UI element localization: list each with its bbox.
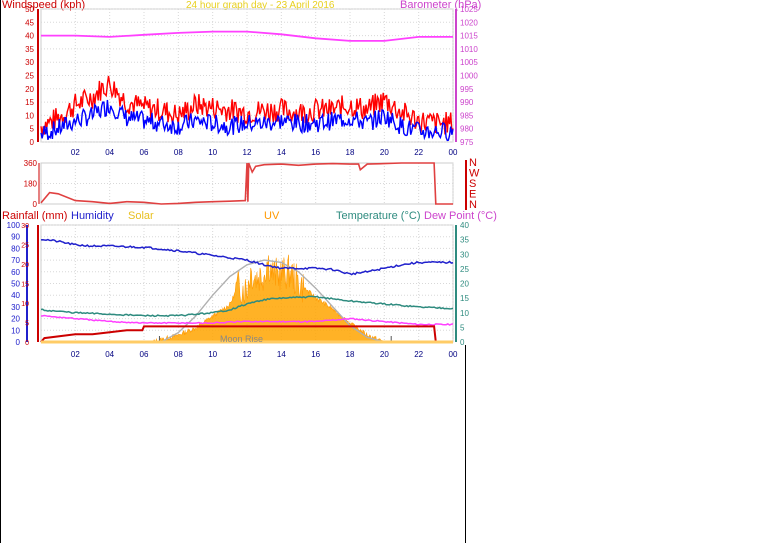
baro-y-tick-label: 985 (460, 111, 474, 120)
wind-x-tick-label: 16 (311, 148, 320, 157)
wind-y-tick-label: 40 (25, 32, 34, 41)
temp-y-tick-label: 30 (460, 250, 469, 259)
temp-y-tick-label: 10 (460, 309, 469, 318)
temp-y-tick-label: 20 (460, 280, 469, 289)
baro-y-tick-label: 1015 (460, 32, 478, 41)
uv-label: UV (264, 210, 280, 222)
temp-x-tick-label: 04 (105, 350, 114, 359)
wind-y-tick-label: 30 (25, 58, 34, 67)
baro-y-ticks: 975 980 985 990 995 1000 1005 1010 1015 1020 1025 (455, 5, 478, 147)
humidity-y-tick-label: 30 (11, 303, 20, 312)
wind-y-tick-label: 25 (25, 72, 34, 81)
wind-x-tick-label: 00 (449, 148, 458, 157)
temp-x-tick-label: 02 (71, 350, 80, 359)
wind-y-tick-label: 50 (25, 5, 34, 14)
humidity-y-tick-label: 10 (11, 326, 20, 335)
rain-y-tick-label: 30 (21, 223, 29, 230)
baro-y-tick-label: 975 (460, 138, 474, 147)
baro-y-tick-label: 1025 (460, 5, 478, 14)
wind-x-tick-label: 04 (105, 148, 114, 157)
wind-x-tick-label: 12 (243, 148, 252, 157)
temp-x-tick-label: 00 (449, 350, 458, 359)
humidity-y-tick-label: 80 (11, 244, 20, 253)
rain-y-tick-label: 5 (25, 321, 29, 328)
temp-x-tick-label: 18 (346, 350, 355, 359)
direction-compass-labels: NWSEN (465, 157, 480, 211)
moon-rise-label: Moon Rise (220, 334, 263, 344)
temp-y-tick-label: 25 (460, 265, 469, 274)
temp-x-tick-label: 06 (140, 350, 149, 359)
baro-y-tick-label: 990 (460, 98, 474, 107)
wind-x-tick-label: 14 (277, 148, 286, 157)
temp-y-tick-label: 35 (460, 236, 469, 245)
solar-label: Solar (128, 210, 154, 222)
rain-y-tick-label: 0 (25, 340, 29, 347)
temp-x-tick-label: 20 (380, 350, 389, 359)
wind-y-tick-label: 10 (25, 111, 34, 120)
temp-y-tick-label: 5 (460, 323, 465, 332)
humidity-y-tick-label: 40 (11, 291, 20, 300)
temperature-label: Temperature (°C) (336, 210, 420, 222)
temp-x-tick-label: 14 (277, 350, 286, 359)
humidity-y-tick-label: 100 (7, 221, 21, 230)
rain-y-tick-label: 15 (21, 282, 29, 289)
wind-x-tick-label: 20 (380, 148, 389, 157)
humidity-y-tick-label: 60 (11, 268, 20, 277)
temp-x-tick-label: 10 (208, 350, 217, 359)
wind-x-tick-label: 10 (208, 148, 217, 157)
temp-x-tick-label: 16 (311, 350, 320, 359)
wind-x-tick-label: 18 (346, 148, 355, 157)
humidity-label: Humidity (71, 210, 114, 222)
humidity-y-tick-label: 20 (11, 315, 20, 324)
baro-y-tick-label: 995 (460, 85, 474, 94)
wind-x-tick-label: 08 (174, 148, 183, 157)
chart-stage: Windspeed (kph) 24 hour graph day - 23 A… (0, 0, 497, 543)
humidity-y-tick-label: 50 (11, 280, 20, 289)
baro-y-tick-label: 1000 (460, 72, 478, 81)
wind-y-tick-label: 45 (25, 18, 34, 27)
humidity-y-tick-label: 0 (16, 338, 21, 347)
baro-y-tick-label: 1010 (460, 45, 478, 54)
wind-y-tick-label: 20 (25, 85, 34, 94)
temp-x-tick-label: 12 (243, 350, 252, 359)
direction-y-tick-label: 360 (24, 159, 38, 168)
rain-y-tick-label: 25 (21, 243, 29, 250)
humidity-y-tick-label: 70 (11, 256, 20, 265)
temp-y-tick-label: 40 (460, 221, 469, 230)
rain-y-tick-label: 10 (21, 301, 29, 308)
temp-y-tick-label: 0 (460, 338, 465, 347)
wind-x-tick-label: 22 (414, 148, 423, 157)
wind-y-tick-label: 5 (30, 125, 35, 134)
baro-y-tick-label: 1005 (460, 58, 478, 67)
wind-x-tick-label: 06 (140, 148, 149, 157)
baro-y-tick-label: 980 (460, 125, 474, 134)
temp-x-tick-label: 22 (414, 350, 423, 359)
direction-y-tick-label: 180 (24, 180, 38, 189)
wind-y-tick-label: 0 (30, 138, 35, 147)
wind-y-tick-label: 15 (25, 98, 34, 107)
wind-x-tick-label: 02 (71, 148, 80, 157)
wind-y-tick-label: 35 (25, 45, 34, 54)
temp-y-tick-label: 15 (460, 294, 469, 303)
rain-y-tick-label: 20 (21, 262, 29, 269)
baro-y-tick-label: 1020 (460, 18, 478, 27)
humidity-y-tick-label: 90 (11, 233, 20, 242)
direction-y-tick-label: 0 (33, 200, 38, 209)
temp-x-tick-label: 08 (174, 350, 183, 359)
